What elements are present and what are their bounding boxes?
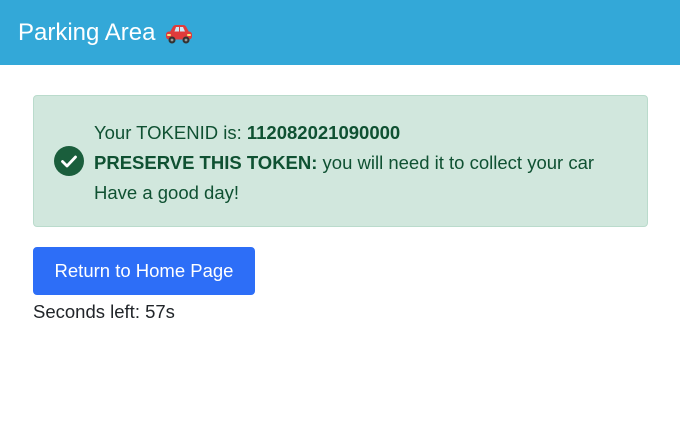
return-home-button[interactable]: Return to Home Page	[33, 247, 255, 295]
alert-message: Your TOKENID is: 112082021090000 PRESERV…	[94, 118, 594, 208]
brand-link[interactable]: Parking Area	[18, 18, 194, 46]
token-prefix: Your TOKENID is:	[94, 122, 247, 143]
preserve-line: PRESERVE THIS TOKEN: you will need it to…	[94, 148, 594, 178]
farewell-text: Have a good day!	[94, 182, 240, 203]
success-alert: Your TOKENID is: 112082021090000 PRESERV…	[33, 95, 648, 227]
car-icon	[164, 23, 194, 45]
countdown-prefix: Seconds left:	[33, 301, 146, 322]
countdown-value: 57s	[145, 301, 175, 322]
brand-title: Parking Area	[18, 18, 156, 46]
token-line: Your TOKENID is: 112082021090000	[94, 118, 594, 148]
preserve-label: PRESERVE THIS TOKEN:	[94, 152, 318, 173]
countdown-text: Seconds left: 57s	[33, 300, 175, 324]
preserve-text: you will need it to collect your car	[317, 152, 595, 173]
check-circle-icon	[54, 146, 84, 176]
navbar: Parking Area	[0, 0, 680, 65]
token-id: 112082021090000	[246, 122, 401, 143]
